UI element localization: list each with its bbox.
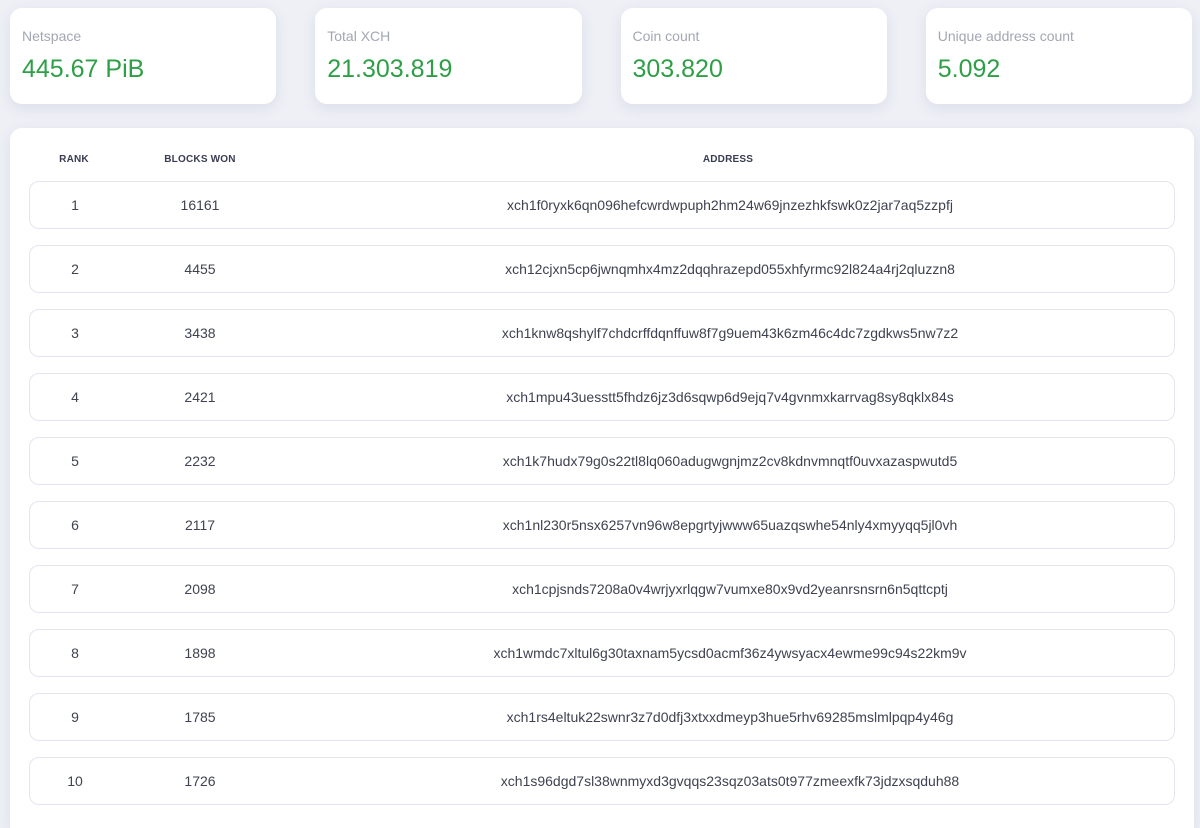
- table-row[interactable]: 9 1785 xch1rs4eltuk22swnr3z7d0dfj3xtxxdmey…: [29, 693, 1175, 741]
- table-body: 1 16161 xch1f0ryxk6qn096hefcwrdwpuph2hm24w…: [29, 181, 1175, 821]
- stat-card-unique-address-count: Unique address count 5.092: [925, 8, 1192, 104]
- table-header: RANK BLOCKS WON ADDRESS: [10, 152, 1194, 168]
- address-link[interactable]: xch1knw8qshylf7chdcrffdqnffuw8f7g9uem43k…: [390, 325, 1070, 341]
- table-row[interactable]: 4 2421 xch1mpu43uesstt5fhdz6jz3d6sqwp6d9ej…: [29, 373, 1175, 421]
- blocks-won-cell: 1785: [184, 709, 216, 725]
- blocks-won-cell: 2117: [184, 517, 216, 533]
- stats-bar: Netspace 445.67 PiB Total XCH 21.303.819…: [10, 8, 1192, 104]
- address-link[interactable]: xch1wmdc7xltul6g30taxnam5ycsd0acmf36z4yw…: [390, 645, 1070, 661]
- table-row[interactable]: 5 2232 xch1k7hudx79g0s22tl8lq060adugwgnjmz…: [29, 437, 1175, 485]
- stat-value: 5.092: [937, 55, 1001, 83]
- stat-label: Total XCH: [327, 28, 391, 44]
- table-row[interactable]: 3 3438 xch1knw8qshylf7chdcrffdqnffuw8f7g9u…: [29, 309, 1175, 357]
- blocks-won-cell: 16161: [180, 197, 220, 213]
- address-link[interactable]: xch1nl230r5nsx6257vn96w8epgrtyjwww65uazq…: [390, 517, 1070, 533]
- blocks-won-cell: 1726: [184, 773, 216, 789]
- rank-cell: 7: [71, 581, 79, 597]
- leaderboard-panel: RANK BLOCKS WON ADDRESS 1 16161 xch1f0ryxk…: [10, 128, 1194, 828]
- address-link[interactable]: xch1cpjsnds7208a0v4wrjyxrlqgw7vumxe80x9v…: [390, 581, 1070, 597]
- stat-label: Netspace: [22, 28, 82, 44]
- blocks-won-cell: 3438: [184, 325, 216, 341]
- address-link[interactable]: xch1mpu43uesstt5fhdz6jz3d6sqwp6d9ejq7v4g…: [390, 389, 1070, 405]
- table-row[interactable]: 8 1898 xch1wmdc7xltul6g30taxnam5ycsd0acmf3…: [29, 629, 1175, 677]
- stat-card-coin-count: Coin count 303.820: [620, 8, 887, 104]
- rank-cell: 2: [71, 261, 79, 277]
- table-row[interactable]: 2 4455 xch12cjxn5cp6jwnqmhx4mz2dqqhrazepd0…: [29, 245, 1175, 293]
- blocks-won-cell: 2098: [184, 581, 216, 597]
- rank-cell: 1: [71, 197, 79, 213]
- stat-value: 21.303.819: [327, 55, 453, 83]
- table-row[interactable]: 6 2117 xch1nl230r5nsx6257vn96w8epgrtyjwww6…: [29, 501, 1175, 549]
- rank-cell: 4: [71, 389, 79, 405]
- rank-cell: 8: [71, 645, 79, 661]
- blocks-won-cell: 1898: [184, 645, 216, 661]
- rank-cell: 6: [71, 517, 79, 533]
- column-header-rank[interactable]: RANK: [54, 154, 94, 165]
- rank-cell: 5: [71, 453, 79, 469]
- column-header-address[interactable]: ADDRESS: [618, 154, 838, 165]
- stat-value: 445.67 PiB: [22, 55, 145, 83]
- stat-value: 303.820: [632, 55, 723, 83]
- stat-label: Coin count: [632, 28, 700, 44]
- stat-card-netspace: Netspace 445.67 PiB: [10, 8, 277, 104]
- column-header-blocks-won[interactable]: BLOCKS WON: [160, 154, 240, 165]
- address-link[interactable]: xch12cjxn5cp6jwnqmhx4mz2dqqhrazepd055xhf…: [390, 261, 1070, 277]
- address-link[interactable]: xch1f0ryxk6qn096hefcwrdwpuph2hm24w69jnze…: [390, 197, 1070, 213]
- blocks-won-cell: 2421: [184, 389, 216, 405]
- address-link[interactable]: xch1s96dgd7sl38wnmyxd3gvqqs23sqz03ats0t9…: [390, 773, 1070, 789]
- table-row[interactable]: 1 16161 xch1f0ryxk6qn096hefcwrdwpuph2hm24w…: [29, 181, 1175, 229]
- table-row[interactable]: 10 1726 xch1s96dgd7sl38wnmyxd3gvqqs23sqz03…: [29, 757, 1175, 805]
- blocks-won-cell: 2232: [184, 453, 216, 469]
- address-link[interactable]: xch1rs4eltuk22swnr3z7d0dfj3xtxxdmeyp3hue…: [390, 709, 1070, 725]
- blocks-won-cell: 4455: [184, 261, 216, 277]
- stat-card-total-xch: Total XCH 21.303.819: [315, 8, 582, 104]
- rank-cell: 3: [71, 325, 79, 341]
- table-row[interactable]: 7 2098 xch1cpjsnds7208a0v4wrjyxrlqgw7vumxe…: [29, 565, 1175, 613]
- stat-label: Unique address count: [937, 28, 1074, 44]
- address-link[interactable]: xch1k7hudx79g0s22tl8lq060adugwgnjmz2cv8k…: [390, 453, 1070, 469]
- rank-cell: 9: [71, 709, 79, 725]
- rank-cell: 10: [67, 773, 83, 789]
